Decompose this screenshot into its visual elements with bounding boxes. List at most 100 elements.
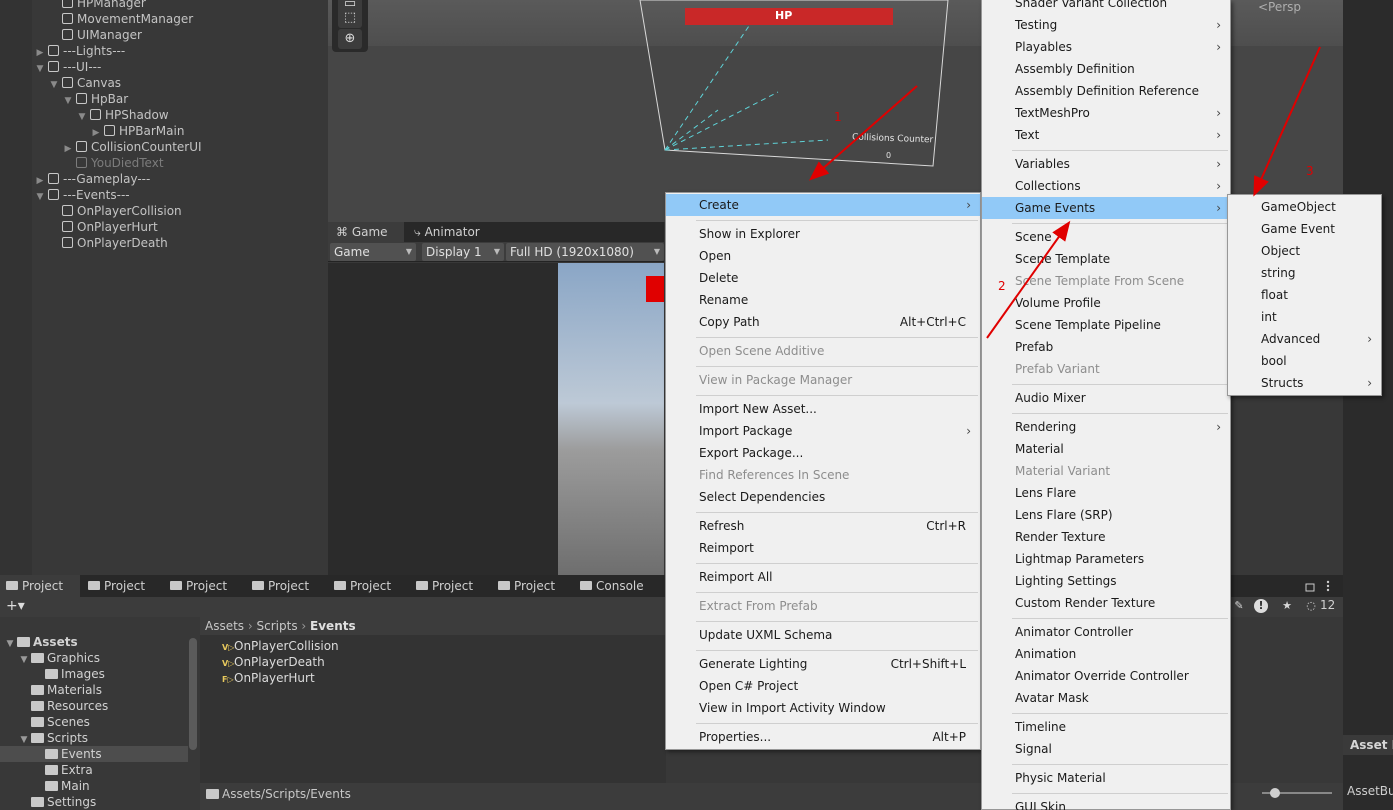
menu-item-game-event[interactable]: Game Event [1228,218,1381,240]
menu-item-textmeshpro[interactable]: TextMeshPro › [982,102,1230,124]
menu-item-timeline[interactable]: Timeline [982,716,1230,738]
menu-item-collections[interactable]: Collections › [982,175,1230,197]
hierarchy-item[interactable]: OnPlayerCollision [48,203,182,219]
menu-item-assembly-definition[interactable]: Assembly Definition [982,58,1230,80]
menu-item-open[interactable]: Open [666,245,980,267]
menu-item-delete[interactable]: Delete [666,267,980,289]
warning-filter-icon[interactable]: ! [1254,599,1268,613]
menu-item-game-events[interactable]: Game Events › [982,197,1230,219]
breadcrumb-assets[interactable]: Assets [205,619,244,633]
hidden-packages-icon[interactable]: ◌ [1304,599,1318,613]
transform-tool-icon[interactable]: ⬚ [338,8,362,28]
folder-tree-item[interactable]: Main [0,778,188,794]
menu-item-animation[interactable]: Animation [982,643,1230,665]
menu-item-rename[interactable]: Rename [666,289,980,311]
menu-item-refresh[interactable]: Refresh Ctrl+R [666,515,980,537]
hierarchy-item[interactable]: HPManager [48,0,146,11]
menu-item-animator-controller[interactable]: Animator Controller [982,621,1230,643]
asset-item[interactable]: V▷OnPlayerDeath [222,654,325,670]
menu-item-show-in-explorer[interactable]: Show in Explorer [666,223,980,245]
menu-item-update-uxml-schema[interactable]: Update UXML Schema [666,624,980,646]
menu-item-export-package[interactable]: Export Package... [666,442,980,464]
hierarchy-item[interactable]: ▼ Canvas [48,75,122,93]
folder-tree-item[interactable]: Settings [0,794,188,810]
tab-game[interactable]: ⌘ Game [328,222,404,242]
menu-item-avatar-mask[interactable]: Avatar Mask [982,687,1230,709]
hierarchy-item[interactable]: ▼ HpBar [62,91,129,109]
hierarchy-item[interactable]: OnPlayerHurt [48,219,158,235]
hierarchy-item[interactable]: OnPlayerDeath [48,235,168,251]
tab-console[interactable]: Console [574,575,654,597]
favorite-icon[interactable]: ★ [1280,599,1294,613]
menu-item-animator-override-controller[interactable]: Animator Override Controller [982,665,1230,687]
menu-item-scene-template[interactable]: Scene Template [982,248,1230,270]
hierarchy-item[interactable]: YouDiedText [62,155,164,171]
folder-tree-item[interactable]: ▼ Graphics [0,650,188,666]
folder-tree-item[interactable]: Resources [0,698,188,714]
tree-scrollbar[interactable] [189,638,197,750]
hierarchy-item[interactable]: ▼ ---Events--- [34,187,130,203]
menu-item-lens-flare-srp[interactable]: Lens Flare (SRP) [982,504,1230,526]
folder-tree-item[interactable]: ▼ Assets [0,634,188,650]
tab-project[interactable]: Project [164,575,244,597]
menu-item-volume-profile[interactable]: Volume Profile [982,292,1230,314]
expanded-arrow-icon[interactable]: ▼ [34,61,46,77]
asset-item[interactable]: F▷OnPlayerHurt [222,670,315,686]
menu-item-lighting-settings[interactable]: Lighting Settings [982,570,1230,592]
menu-item-int[interactable]: int [1228,306,1381,328]
folder-tree-item[interactable]: Images [0,666,188,682]
menu-item-object[interactable]: Object [1228,240,1381,262]
folder-tree-item[interactable]: Extra [0,762,188,778]
menu-item-structs[interactable]: Structs › [1228,372,1381,394]
menu-item-properties[interactable]: Properties... Alt+P [666,726,980,748]
menu-item-view-in-import-activity-window[interactable]: View in Import Activity Window [666,697,980,719]
breadcrumb-events[interactable]: Events [310,619,356,633]
more-options-icon[interactable] [1326,580,1330,584]
menu-item-bool[interactable]: bool [1228,350,1381,372]
menu-item-variables[interactable]: Variables › [982,153,1230,175]
tab-animator[interactable]: ⤷ Animator [406,222,488,242]
asset-labels-tab[interactable]: Asset L [1343,735,1393,755]
hierarchy-item[interactable]: MovementManager [48,11,193,27]
game-mode-dropdown[interactable]: Game ▼ [330,243,416,261]
custom-tool-icon[interactable]: ⊕ [338,29,362,49]
folder-tree-item[interactable]: ▼ Scripts [0,730,188,746]
folder-tree-item[interactable]: Scenes [0,714,188,730]
menu-item-import-new-asset[interactable]: Import New Asset... [666,398,980,420]
asset-item[interactable]: V▷OnPlayerCollision [222,638,339,654]
hierarchy-item[interactable]: ▶ ---Lights--- [34,43,126,59]
add-asset-button[interactable]: +▾ [6,597,25,615]
hierarchy-item[interactable]: ▼ ---UI--- [34,59,102,77]
hierarchy-item[interactable]: ▶ ---Gameplay--- [34,171,151,187]
menu-item-reimport[interactable]: Reimport [666,537,980,559]
menu-item-scene-template-pipeline[interactable]: Scene Template Pipeline [982,314,1230,336]
menu-item-lens-flare[interactable]: Lens Flare [982,482,1230,504]
menu-item-float[interactable]: float [1228,284,1381,306]
menu-item-gameobject[interactable]: GameObject [1228,196,1381,218]
tab-project[interactable]: Project [328,575,408,597]
menu-item-audio-mixer[interactable]: Audio Mixer [982,387,1230,409]
icon-size-slider-handle[interactable] [1270,788,1280,798]
folder-tree-item[interactable]: Events [0,746,188,762]
menu-item-shader-variant-collection[interactable]: Shader Variant Collection [982,0,1230,14]
menu-item-gui-skin[interactable]: GUI Skin [982,796,1230,810]
menu-item-assembly-definition-reference[interactable]: Assembly Definition Reference [982,80,1230,102]
menu-item-rendering[interactable]: Rendering › [982,416,1230,438]
menu-item-import-package[interactable]: Import Package › [666,420,980,442]
menu-item-render-texture[interactable]: Render Texture [982,526,1230,548]
menu-item-reimport-all[interactable]: Reimport All [666,566,980,588]
perspective-label[interactable]: <Persp [1258,0,1301,14]
tab-project[interactable]: Project [246,575,326,597]
menu-item-playables[interactable]: Playables › [982,36,1230,58]
expanded-arrow-icon[interactable]: ▼ [48,77,60,93]
folder-tree-item[interactable]: Materials [0,682,188,698]
menu-item-testing[interactable]: Testing › [982,14,1230,36]
menu-item-string[interactable]: string [1228,262,1381,284]
tab-project[interactable]: Project [492,575,572,597]
breadcrumb-scripts[interactable]: Scripts [257,619,298,633]
menu-item-copy-path[interactable]: Copy Path Alt+Ctrl+C [666,311,980,333]
lock-icon[interactable] [1305,583,1315,592]
resolution-dropdown[interactable]: Full HD (1920x1080) ▼ [506,243,664,261]
hierarchy-item[interactable]: ▶ HPBarMain [90,123,185,139]
expanded-arrow-icon[interactable]: ▼ [62,93,74,109]
